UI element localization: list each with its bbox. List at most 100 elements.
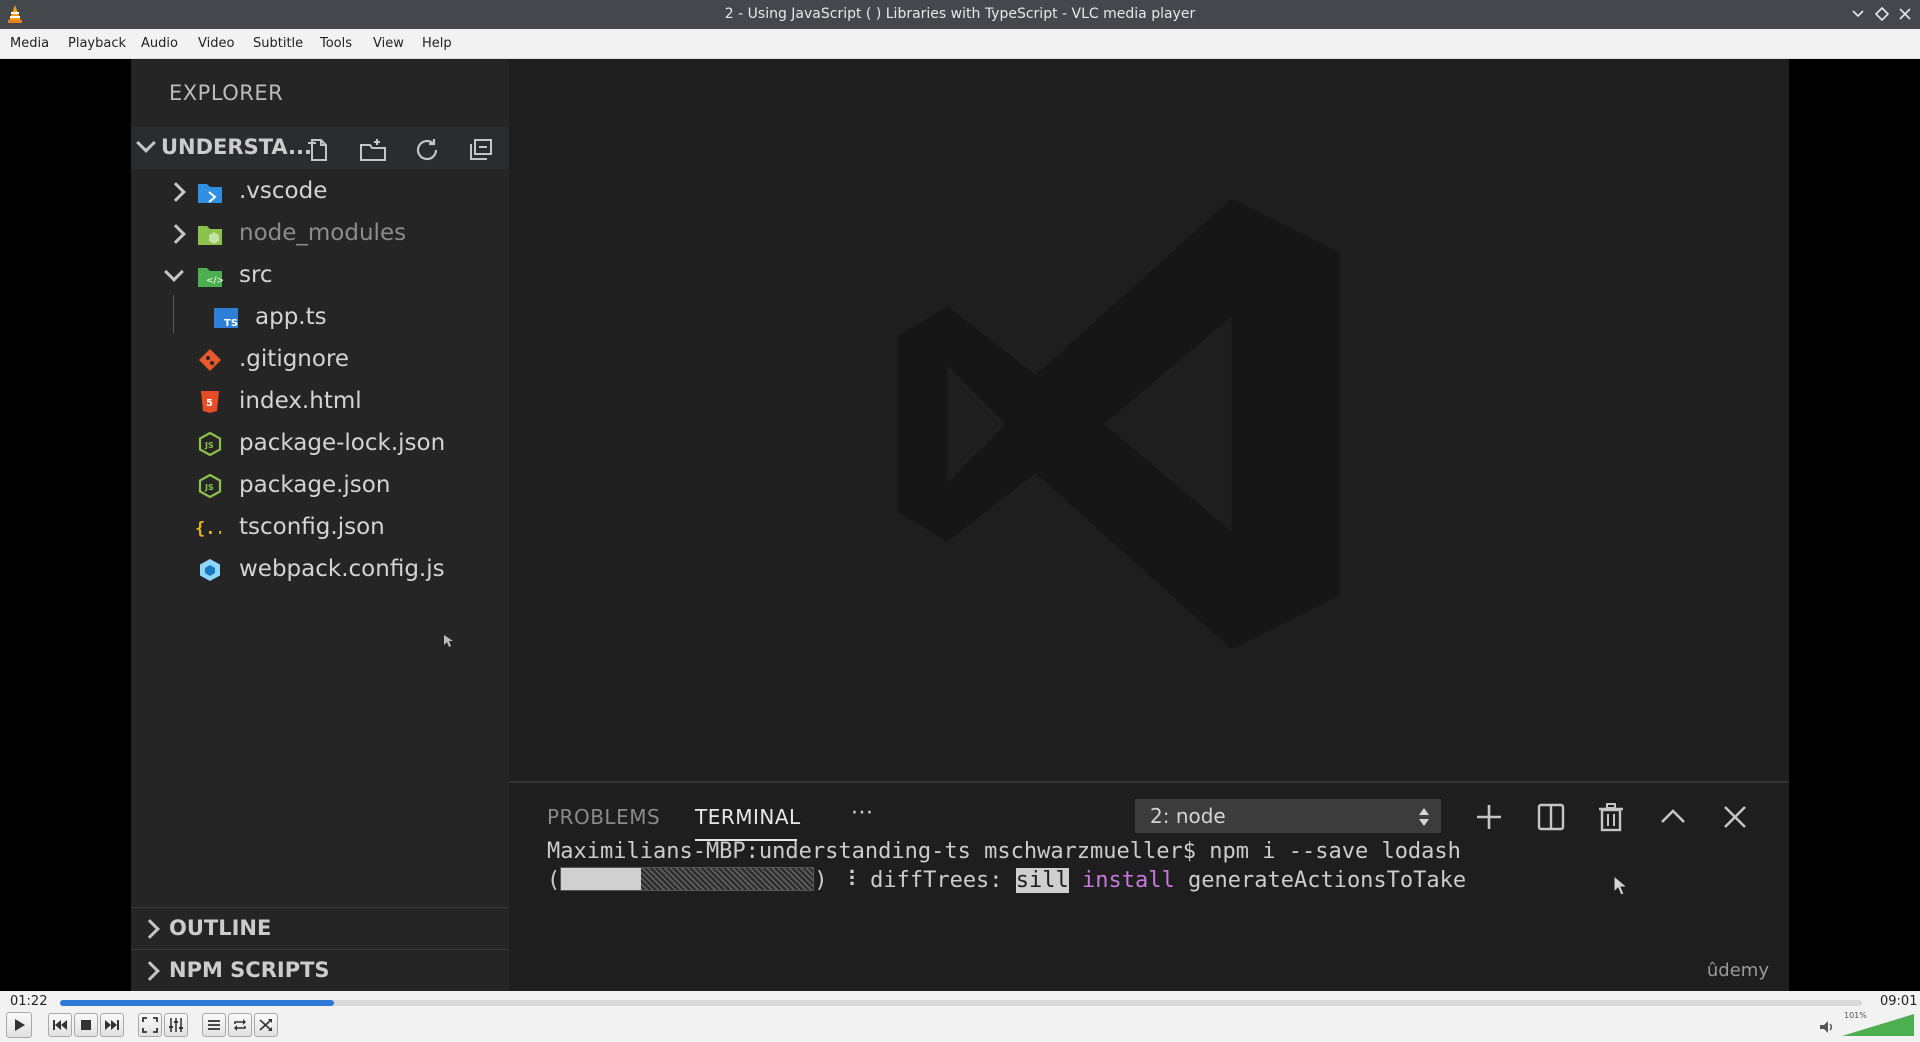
progress-status: ) ⠸ diffTrees: [814, 868, 1016, 893]
close-icon [1899, 8, 1911, 20]
tab-terminal[interactable]: TERMINAL [695, 805, 801, 829]
npm-progress-bar [560, 867, 815, 891]
tree-item-label: src [239, 262, 273, 288]
volume-percent: 101% [1844, 1011, 1867, 1020]
action-text: generateActionsToTake [1188, 868, 1467, 893]
play-icon [15, 1019, 25, 1031]
vscode-logo-watermark-icon [898, 198, 1340, 650]
svg-text:</>: </> [206, 276, 223, 286]
shuffle-button[interactable] [254, 1013, 278, 1037]
tree-item-label: package-lock.json [239, 430, 446, 456]
tab-problems[interactable]: PROBLEMS [547, 805, 660, 829]
maximize-button[interactable] [1872, 4, 1892, 24]
tree-item-label: index.html [239, 388, 362, 414]
chevron-down-icon [1852, 10, 1864, 18]
previous-button[interactable] [48, 1013, 72, 1037]
chevron-right-icon [140, 919, 160, 939]
tree-item-vscode[interactable]: .vscode [131, 171, 509, 213]
new-file-icon[interactable] [305, 137, 333, 163]
tree-item-label: .gitignore [239, 346, 350, 372]
terminal-prompt-line: Maximilians-MBP:understanding-ts mschwar… [547, 839, 1461, 864]
more-actions-button[interactable]: ··· [851, 801, 873, 826]
chevron-right-icon [166, 182, 186, 202]
play-button[interactable] [6, 1012, 32, 1038]
close-icon[interactable] [1719, 801, 1751, 833]
vscode-folder-icon [198, 184, 222, 203]
plus-icon[interactable] [1473, 801, 1505, 833]
tree-item-src[interactable]: </> src [131, 255, 509, 297]
collapse-all-icon[interactable] [467, 137, 495, 163]
trash-icon[interactable] [1595, 801, 1627, 833]
project-name: UNDERSTA... [161, 135, 312, 159]
fullscreen-icon [142, 1017, 158, 1033]
equalizer-icon [169, 1018, 183, 1032]
next-icon [105, 1020, 119, 1030]
extended-settings-button[interactable] [164, 1013, 188, 1037]
stop-icon [81, 1020, 91, 1030]
next-button[interactable] [100, 1013, 124, 1037]
outline-title: OUTLINE [169, 916, 272, 940]
explorer-header: EXPLORER [169, 81, 284, 105]
menu-media[interactable]: Media [10, 29, 49, 59]
tree-item-label: webpack.config.js [239, 556, 445, 582]
udemy-watermark: ûdemy [1706, 960, 1769, 981]
loop-button[interactable] [228, 1013, 252, 1037]
chevron-up-icon[interactable] [1657, 801, 1689, 833]
terminal-select[interactable]: 2: node [1135, 799, 1441, 833]
tree-item-package-lock-json[interactable]: JS package-lock.json [131, 423, 509, 465]
svg-text:TS: TS [224, 318, 238, 329]
tree-item-gitignore[interactable]: .gitignore [131, 339, 509, 381]
terminal-select-value: 2: node [1150, 804, 1226, 828]
menu-playback[interactable]: Playback [68, 29, 126, 59]
tree-item-package-json[interactable]: JS package.json [131, 465, 509, 507]
outline-section-header[interactable]: OUTLINE [131, 907, 509, 949]
typescript-file-icon: TS [214, 308, 238, 329]
seek-slider[interactable] [60, 1000, 1862, 1006]
menu-help[interactable]: Help [422, 29, 452, 59]
svg-text:JS: JS [204, 483, 214, 492]
playlist-button[interactable] [202, 1013, 226, 1037]
chevron-down-icon [136, 133, 156, 153]
video-output[interactable]: EXPLORER UNDERSTA... .vscode node_module… [0, 59, 1920, 991]
tree-item-index-html[interactable]: 5 index.html [131, 381, 509, 423]
webpack-cube-icon [200, 559, 220, 581]
menu-video[interactable]: Video [198, 29, 234, 59]
svg-text:{..}: {..} [195, 519, 221, 539]
progress-open-paren: ( [547, 868, 561, 893]
diamond-icon [1874, 6, 1890, 22]
terminal-progress-line: () ⠸ diffTrees: sill install generateAct… [547, 867, 1466, 893]
project-section-header[interactable]: UNDERSTA... [131, 127, 509, 169]
speaker-icon[interactable] [1818, 1018, 1836, 1036]
window-title: 2 - Using JavaScript ( ) Libraries with … [724, 6, 1196, 22]
player-controls: 01:22 09:01 101% [0, 991, 1920, 1042]
close-window-button[interactable] [1895, 4, 1915, 24]
playlist-icon [208, 1020, 220, 1030]
npm-scripts-section-header[interactable]: NPM SCRIPTS [131, 949, 509, 991]
src-folder-icon: </> [198, 268, 223, 287]
html5-icon: 5 [201, 391, 219, 413]
minimize-button[interactable] [1848, 4, 1868, 24]
elapsed-time: 01:22 [10, 994, 48, 1009]
select-arrows-icon [1419, 808, 1429, 826]
stop-button[interactable] [74, 1013, 98, 1037]
menu-view[interactable]: View [373, 29, 404, 59]
menu-tools[interactable]: Tools [320, 29, 352, 59]
npm-scripts-title: NPM SCRIPTS [169, 958, 330, 982]
tree-item-label: node_modules [239, 220, 407, 246]
volume-slider[interactable]: 101% [1842, 1011, 1914, 1037]
split-terminal-icon[interactable] [1535, 801, 1567, 833]
tree-item-node-modules[interactable]: node_modules [131, 213, 509, 255]
explorer-sidebar: EXPLORER UNDERSTA... .vscode node_module… [131, 59, 509, 991]
shuffle-icon [259, 1019, 272, 1031]
loop-icon [234, 1019, 246, 1031]
tree-item-tsconfig-json[interactable]: {..} tsconfig.json [131, 507, 509, 549]
chevron-right-icon [140, 961, 160, 981]
menu-subtitle[interactable]: Subtitle [253, 29, 303, 59]
refresh-icon[interactable] [414, 137, 442, 163]
menu-audio[interactable]: Audio [141, 29, 178, 59]
fullscreen-button[interactable] [138, 1013, 162, 1037]
new-folder-icon[interactable] [359, 137, 387, 163]
tree-item-app-ts[interactable]: TS app.ts [131, 297, 509, 339]
nodejs-icon: JS [198, 432, 222, 456]
tree-item-webpack-config-js[interactable]: webpack.config.js [131, 549, 509, 591]
